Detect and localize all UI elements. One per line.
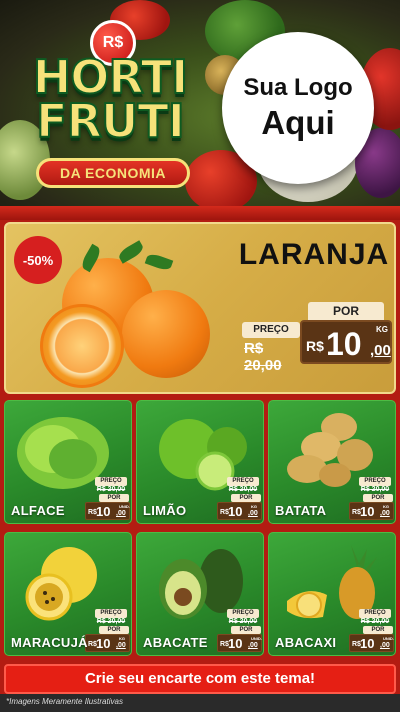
old-price: R$ 20,00: [244, 340, 282, 374]
price-decimal: ,00: [370, 342, 391, 359]
product-card-abacaxi[interactable]: PREÇO R$ 20,00 POR R$ 10 ,00 UNID. ABACA…: [268, 532, 396, 656]
preco-label: PREÇO: [359, 477, 391, 486]
por-label: POR: [363, 494, 393, 502]
old-price: R$ 20,00: [228, 486, 258, 493]
preco-label: PREÇO: [227, 477, 259, 486]
product-card-maracuja[interactable]: PREÇO R$ 20,00 POR R$ 10 ,00 KG MARACUJÁ: [4, 532, 132, 656]
new-price: R$ 10 ,00 UNID.: [349, 634, 394, 652]
price-unit: KG: [119, 636, 125, 641]
old-price: R$ 20,00: [96, 618, 126, 625]
price-unit: KG: [251, 504, 257, 509]
footer: *Imagens Meramente Ilustrativas: [0, 694, 400, 712]
orange-image: [122, 290, 210, 378]
product-name: LIMÃO: [143, 503, 187, 518]
product-card-limao[interactable]: PREÇO R$ 20,00 POR R$ 10 ,00 KG LIMÃO: [136, 400, 264, 524]
product-card-batata[interactable]: PREÇO R$ 20,00 POR R$ 10 ,00 KG BATATA: [268, 400, 396, 524]
brand-logo: R$ HORTI FRUTI DA ECONOMIA: [10, 12, 210, 192]
price-currency: R$: [306, 338, 324, 354]
price-integer: 10: [360, 504, 375, 519]
new-price: R$ 10 ,00 KG: [85, 634, 130, 652]
preco-label: PREÇO: [359, 609, 391, 618]
logo-placeholder[interactable]: Sua Logo Aqui: [222, 32, 374, 184]
price-integer: 10: [360, 636, 375, 651]
price-decimal: ,00: [380, 510, 390, 517]
old-price: R$ 20,00: [96, 486, 126, 493]
por-label: POR: [363, 626, 393, 634]
logo-placeholder-line2: Aqui: [261, 104, 335, 141]
price-decimal: ,00: [116, 510, 126, 517]
leaf-icon: [144, 251, 174, 273]
por-label: POR: [231, 494, 261, 502]
price-integer: 10: [96, 636, 111, 651]
product-name: ABACAXI: [275, 635, 337, 650]
brand-line-2: FRUTI: [35, 93, 186, 149]
preco-label: PREÇO: [95, 609, 127, 618]
disclaimer-text: *Imagens Meramente Ilustrativas: [6, 697, 123, 706]
price-unit: UNID.: [383, 636, 394, 641]
price-unit: UNID.: [119, 504, 130, 509]
price-unit: UNID.: [251, 636, 262, 641]
leaf-icon: [116, 240, 146, 264]
product-name: ABACATE: [143, 635, 208, 650]
new-price: R$ 10 ,00 KG: [300, 320, 392, 364]
preco-label: PREÇO: [242, 322, 300, 338]
price-integer: 10: [96, 504, 111, 519]
product-card-alface[interactable]: PREÇO R$ 20,00 POR R$ 10 ,00 UNID. ALFAC…: [4, 400, 132, 524]
new-price: R$ 10 ,00 UNID.: [217, 634, 262, 652]
price-integer: 10: [228, 636, 243, 651]
new-price: R$ 10 ,00 UNID.: [85, 502, 130, 520]
logo-placeholder-line1: Sua Logo: [243, 74, 353, 101]
price-decimal: ,00: [116, 642, 126, 649]
orange-half-image: [40, 304, 124, 388]
por-label: POR: [99, 494, 129, 502]
featured-product-name: LARANJA: [238, 238, 390, 271]
por-label: POR: [231, 626, 261, 634]
price-unit: KG: [383, 504, 389, 509]
price-unit: KG: [376, 325, 388, 334]
preco-label: PREÇO: [227, 609, 259, 618]
featured-product-card[interactable]: -50% LARANJA POR PREÇO R$ 20,00 R$ 10 ,0…: [4, 222, 396, 394]
divider-band: [0, 206, 400, 220]
new-price: R$ 10 ,00 KG: [349, 502, 394, 520]
product-name: ALFACE: [11, 503, 65, 518]
por-label: POR: [99, 626, 129, 634]
brand-ribbon: DA ECONOMIA: [36, 158, 190, 188]
product-name: MARACUJÁ: [11, 635, 88, 650]
preco-label: PREÇO: [95, 477, 127, 486]
price-decimal: ,00: [248, 510, 258, 517]
old-price: R$ 20,00: [228, 618, 258, 625]
old-price: R$ 20,00: [360, 486, 390, 493]
old-price: R$ 20,00: [360, 618, 390, 625]
price-integer: 10: [326, 326, 362, 362]
discount-badge: -50%: [14, 236, 62, 284]
product-card-abacate[interactable]: PREÇO R$ 20,00 POR R$ 10 ,00 UNID. ABACA…: [136, 532, 264, 656]
por-label: POR: [308, 302, 384, 320]
create-flyer-button[interactable]: Crie seu encarte com este tema!: [4, 664, 396, 694]
new-price: R$ 10 ,00 KG: [217, 502, 262, 520]
price-decimal: ,00: [248, 642, 258, 649]
price-integer: 10: [228, 504, 243, 519]
price-decimal: ,00: [380, 642, 390, 649]
product-name: BATATA: [275, 503, 327, 518]
header-banner: R$ HORTI FRUTI DA ECONOMIA Sua Logo Aqui: [0, 0, 400, 212]
